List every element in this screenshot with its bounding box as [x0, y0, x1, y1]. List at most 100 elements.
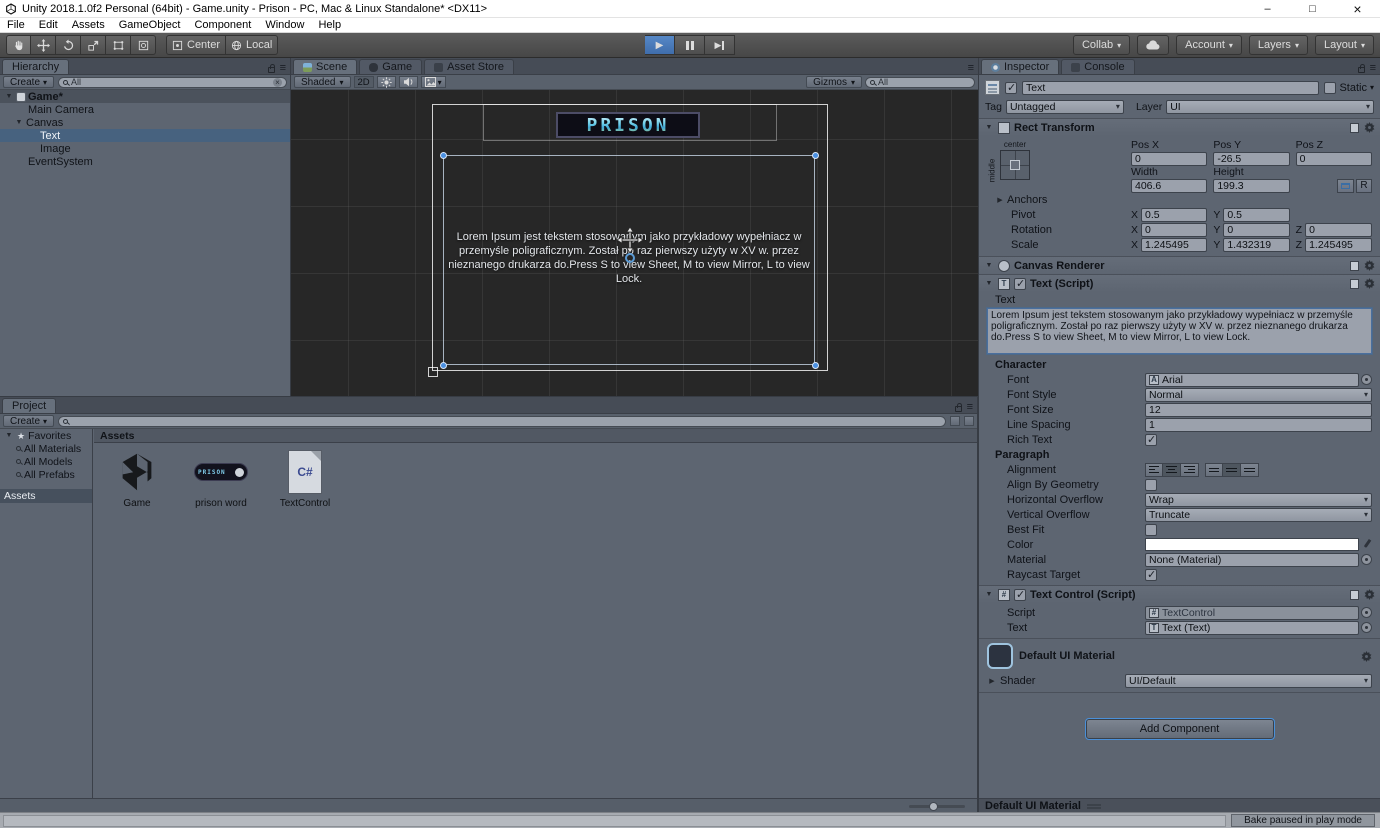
pause-button[interactable]	[675, 35, 705, 55]
foldout-icon[interactable]	[984, 591, 994, 598]
search-by-type-button[interactable]	[950, 416, 960, 426]
object-picker-icon[interactable]	[1361, 607, 1372, 618]
toggle-2d-button[interactable]: 2D	[354, 76, 374, 88]
hierarchy-item-image[interactable]: Image	[0, 142, 290, 155]
font-size-field[interactable]: 12	[1145, 403, 1372, 417]
create-button[interactable]: Create	[3, 415, 54, 427]
rotation-z-field[interactable]: 0	[1305, 223, 1372, 237]
foldout-icon[interactable]	[984, 124, 994, 131]
raycast-target-checkbox[interactable]	[1145, 569, 1157, 581]
help-icon[interactable]	[1350, 261, 1359, 271]
component-header[interactable]: Canvas Renderer	[979, 257, 1380, 274]
text-value-textarea[interactable]: Lorem Ipsum jest tekstem stosowanym jako…	[987, 308, 1372, 354]
rect-handle-top-left[interactable]	[440, 152, 447, 159]
raw-edit-mode-button[interactable]: R	[1356, 179, 1372, 193]
rich-text-checkbox[interactable]	[1145, 434, 1157, 446]
component-header[interactable]: Rect Transform	[979, 119, 1380, 136]
anchor-preset-widget[interactable]: center middle	[987, 140, 1037, 180]
static-toggle[interactable]: Static	[1324, 82, 1374, 94]
cloud-button[interactable]	[1137, 35, 1169, 55]
hierarchy-item-canvas[interactable]: Canvas	[0, 116, 290, 129]
draw-mode-dropdown[interactable]: Shaded	[294, 76, 351, 88]
anchor-preset-box[interactable]	[1000, 150, 1030, 180]
align-center-button[interactable]	[1163, 463, 1181, 477]
gear-icon[interactable]	[1364, 278, 1375, 289]
panel-menu-icon[interactable]	[968, 62, 974, 74]
menu-file[interactable]: File	[0, 19, 32, 31]
menu-help[interactable]: Help	[311, 19, 348, 31]
window-maximize-button[interactable]	[1290, 0, 1335, 17]
pivot-x-field[interactable]: 0.5	[1141, 208, 1207, 222]
foldout-icon[interactable]	[995, 196, 1005, 204]
hierarchy-item-main-camera[interactable]: Main Camera	[0, 103, 290, 116]
favorite-all-models[interactable]: All Models	[0, 455, 92, 468]
assets-folder-item[interactable]: Assets	[0, 489, 92, 503]
tab-game[interactable]: Game	[359, 59, 422, 74]
search-clear-icon[interactable]	[273, 78, 282, 87]
transform-tool-button[interactable]	[131, 35, 156, 55]
active-checkbox[interactable]	[1005, 82, 1017, 94]
best-fit-checkbox[interactable]	[1145, 524, 1157, 536]
move-tool-button[interactable]	[31, 35, 56, 55]
component-header[interactable]: T Text (Script)	[979, 275, 1380, 292]
tab-project[interactable]: Project	[2, 398, 56, 413]
rect-tool-button[interactable]	[106, 35, 131, 55]
menu-window[interactable]: Window	[258, 19, 311, 31]
lock-icon[interactable]	[955, 406, 962, 412]
material-object-field[interactable]: None (Material)	[1145, 553, 1359, 567]
align-top-button[interactable]	[1205, 463, 1223, 477]
rotation-x-field[interactable]: 0	[1141, 223, 1207, 237]
favorite-all-prefabs[interactable]: All Prefabs	[0, 468, 92, 481]
slider-knob[interactable]	[929, 802, 938, 811]
scale-y-field[interactable]: 1.432319	[1223, 238, 1289, 252]
help-icon[interactable]	[1350, 123, 1359, 133]
console-status-field[interactable]	[3, 815, 1226, 827]
gear-icon[interactable]	[1364, 122, 1375, 133]
foldout-icon[interactable]	[984, 262, 994, 269]
hierarchy-item-eventsystem[interactable]: EventSystem	[0, 155, 290, 168]
pivot-y-field[interactable]: 0.5	[1223, 208, 1289, 222]
lock-icon[interactable]	[268, 67, 275, 73]
lock-icon[interactable]	[1358, 67, 1365, 73]
layer-dropdown[interactable]: UI	[1166, 100, 1374, 114]
scene-search-input[interactable]: All	[865, 77, 975, 88]
align-bottom-button[interactable]	[1241, 463, 1259, 477]
pivot-center-button[interactable]: Center	[166, 35, 226, 55]
foldout-icon[interactable]	[14, 119, 24, 126]
scale-tool-button[interactable]	[81, 35, 106, 55]
menu-component[interactable]: Component	[187, 19, 258, 31]
text-object-field[interactable]: TText (Text)	[1145, 621, 1359, 635]
help-icon[interactable]	[1350, 590, 1359, 600]
play-button[interactable]	[645, 35, 675, 55]
pivot-handle[interactable]	[625, 253, 635, 263]
object-picker-icon[interactable]	[1361, 622, 1372, 633]
rotate-tool-button[interactable]	[56, 35, 81, 55]
panel-menu-icon[interactable]	[280, 62, 286, 74]
gizmos-dropdown[interactable]: Gizmos	[806, 76, 862, 88]
material-header[interactable]: Default UI Material	[979, 639, 1380, 673]
tab-asset-store[interactable]: Asset Store	[424, 59, 514, 74]
move-gizmo-icon[interactable]	[617, 227, 643, 253]
project-search-input[interactable]	[58, 416, 946, 427]
anchors-foldout[interactable]: Anchors	[979, 193, 1380, 207]
menu-assets[interactable]: Assets	[65, 19, 112, 31]
rotation-y-field[interactable]: 0	[1223, 223, 1289, 237]
foldout-icon[interactable]	[987, 677, 997, 685]
help-icon[interactable]	[1350, 279, 1359, 289]
canvas-scaler-handle[interactable]	[428, 367, 438, 377]
layers-button[interactable]: Layers	[1249, 35, 1308, 55]
panel-menu-icon[interactable]	[967, 401, 973, 413]
layout-button[interactable]: Layout	[1315, 35, 1374, 55]
align-right-button[interactable]	[1181, 463, 1199, 477]
foldout-icon[interactable]	[4, 432, 14, 439]
font-object-field[interactable]: AArial	[1145, 373, 1359, 387]
hierarchy-item-text[interactable]: Text	[0, 129, 290, 142]
favorite-all-materials[interactable]: All Materials	[0, 442, 92, 455]
vertical-overflow-dropdown[interactable]: Truncate	[1145, 508, 1372, 522]
material-preview-bar[interactable]: Default UI Material	[979, 798, 1380, 812]
component-header[interactable]: # Text Control (Script)	[979, 586, 1380, 603]
drag-handle-icon[interactable]	[1087, 803, 1101, 809]
pos-y-field[interactable]: -26.5	[1213, 152, 1289, 166]
horizontal-overflow-dropdown[interactable]: Wrap	[1145, 493, 1372, 507]
thumbnail-size-slider[interactable]	[909, 805, 965, 808]
